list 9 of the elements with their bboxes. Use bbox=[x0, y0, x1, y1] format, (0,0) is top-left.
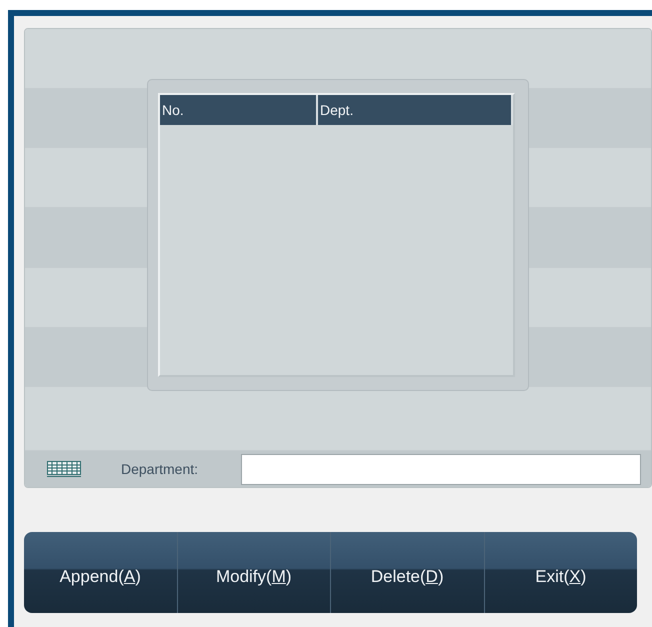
action-button[interactable]: Modify(M) bbox=[178, 532, 331, 613]
action-button[interactable]: Delete(D) bbox=[331, 532, 484, 613]
department-input[interactable] bbox=[241, 454, 641, 485]
column-header[interactable]: Dept. bbox=[318, 95, 513, 125]
action-button[interactable]: Append(A) bbox=[24, 532, 178, 613]
keyboard-icon[interactable] bbox=[47, 461, 81, 478]
action-button[interactable]: Exit(X) bbox=[484, 532, 637, 613]
column-header[interactable]: No. bbox=[160, 95, 318, 125]
department-label: Department: bbox=[121, 460, 200, 479]
